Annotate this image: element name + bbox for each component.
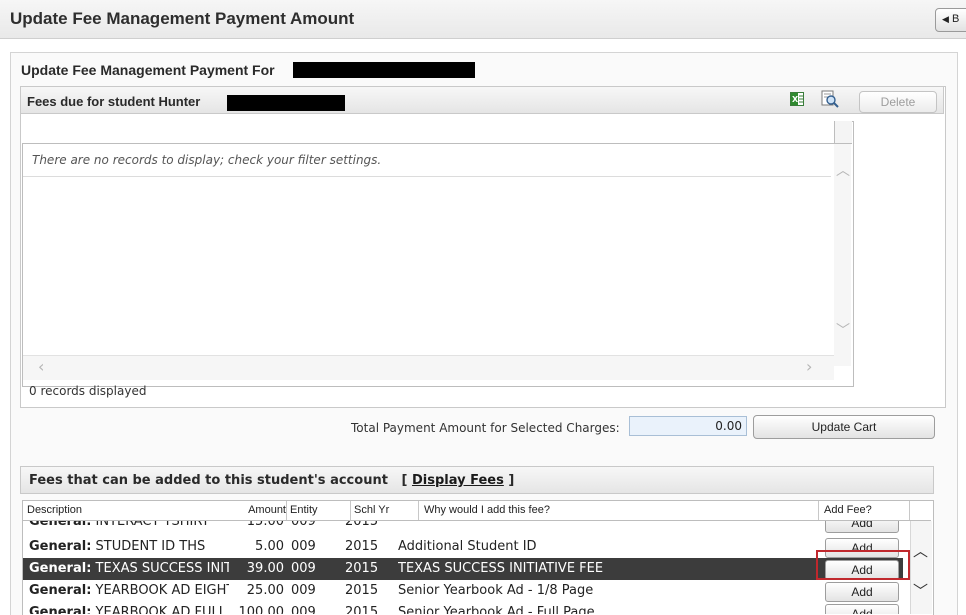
delete-button[interactable]: Delete <box>859 91 937 113</box>
back-button-label: B <box>952 13 960 25</box>
row-entity: 009 <box>291 521 316 529</box>
col-divider <box>350 501 351 520</box>
left-triangle-icon: ◀ <box>942 14 949 24</box>
fees-due-title: Fees due for student Hunter <box>27 94 201 109</box>
row-amount: 25.00 <box>246 583 284 598</box>
payment-for-label: Update Fee Management Payment For <box>21 62 275 78</box>
highlight-annotation <box>816 550 910 580</box>
table-row[interactable]: General: INTERACT TSHIRT 15.00 009 2015 … <box>23 521 903 535</box>
no-records-message: There are no records to display; check y… <box>32 153 382 167</box>
print-preview-icon[interactable] <box>821 90 839 108</box>
col-entity[interactable]: Entity <box>290 504 318 516</box>
redacted-name-block <box>293 62 475 78</box>
excel-export-icon[interactable]: X <box>790 92 804 106</box>
back-button[interactable]: ◀ B <box>935 8 966 32</box>
addable-fees-title: Fees that can be added to this student's… <box>29 473 514 488</box>
row-divider <box>23 176 831 177</box>
row-year: 2015 <box>345 539 379 554</box>
col-school-year[interactable]: Schl Yr <box>354 504 389 516</box>
scroll-down-icon[interactable]: ﹀ <box>836 320 850 340</box>
row-description: General: YEARBOOK AD FULL F <box>29 605 229 614</box>
update-cart-button[interactable]: Update Cart <box>753 415 935 439</box>
add-fee-button[interactable]: Add <box>825 604 899 614</box>
records-count: 0 records displayed <box>29 384 147 398</box>
bracket-close: ] <box>503 473 515 488</box>
col-divider <box>818 501 819 520</box>
scroll-up-icon[interactable]: ︿ <box>913 540 928 561</box>
col-divider <box>418 501 419 520</box>
scroll-left-icon[interactable]: ‹ <box>38 357 44 376</box>
table-row-selected[interactable]: General: TEXAS SUCCESS INITI 39.00 009 2… <box>23 558 903 580</box>
scroll-up-icon[interactable]: ︿ <box>836 160 850 180</box>
col-description[interactable]: Description <box>27 504 82 516</box>
col-amount[interactable]: Amount <box>236 504 286 516</box>
col-divider <box>286 501 287 520</box>
row-year: 2015 <box>345 605 379 614</box>
table-row[interactable]: General: YEARBOOK AD FULL F 100.00 009 2… <box>23 602 903 614</box>
col-why[interactable]: Why would I add this fee? <box>424 504 550 516</box>
row-description: General: TEXAS SUCCESS INITI <box>29 561 229 576</box>
scroll-right-icon[interactable]: › <box>806 357 812 376</box>
addable-fees-title-text: Fees that can be added to this student's… <box>29 473 388 488</box>
row-why: Additional Student ID <box>398 539 537 554</box>
add-fee-button[interactable]: Add <box>825 521 899 533</box>
row-why: Senior Yearbook Ad - 1/8 Page <box>398 583 594 598</box>
row-why: Senior Yearbook Ad - Full Page <box>398 605 595 614</box>
svg-text:X: X <box>792 95 799 104</box>
total-payment-label: Total Payment Amount for Selected Charge… <box>351 421 620 435</box>
fees-due-grid-header <box>22 121 852 144</box>
redacted-student-name <box>227 95 345 111</box>
bracket-open: [ <box>392 473 412 488</box>
row-year: 2015 <box>345 583 379 598</box>
row-entity: 009 <box>291 605 316 614</box>
row-year: 2015 <box>345 521 379 529</box>
row-why: TEXAS SUCCESS INITIATIVE FEE <box>398 561 604 576</box>
row-entity: 009 <box>291 539 316 554</box>
row-entity: 009 <box>291 561 316 576</box>
row-description: General: INTERACT TSHIRT <box>29 521 210 529</box>
row-description: General: YEARBOOK AD EIGHT <box>29 583 229 598</box>
display-fees-link[interactable]: Display Fees <box>412 473 504 488</box>
table-row[interactable]: General: STUDENT ID THS 5.00 009 2015 Ad… <box>23 536 903 558</box>
row-amount: 39.00 <box>246 561 284 576</box>
col-divider <box>909 501 910 520</box>
row-amount: 100.00 <box>238 605 285 614</box>
total-payment-field[interactable]: 0.00 <box>629 416 747 436</box>
grid-corner-cell <box>834 121 852 143</box>
table-row[interactable]: General: YEARBOOK AD EIGHT 25.00 009 201… <box>23 580 903 602</box>
horizontal-scrollbar[interactable] <box>23 355 834 380</box>
row-year: 2015 <box>345 561 379 576</box>
row-amount: 5.00 <box>255 539 284 554</box>
add-fee-button[interactable]: Add <box>825 582 899 602</box>
row-amount: 15.00 <box>246 521 284 529</box>
row-description: General: STUDENT ID THS <box>29 539 206 554</box>
row-entity: 009 <box>291 583 316 598</box>
col-add-fee[interactable]: Add Fee? <box>824 504 872 516</box>
page-title: Update Fee Management Payment Amount <box>10 9 355 28</box>
scroll-down-icon[interactable]: ﹀ <box>913 580 928 601</box>
